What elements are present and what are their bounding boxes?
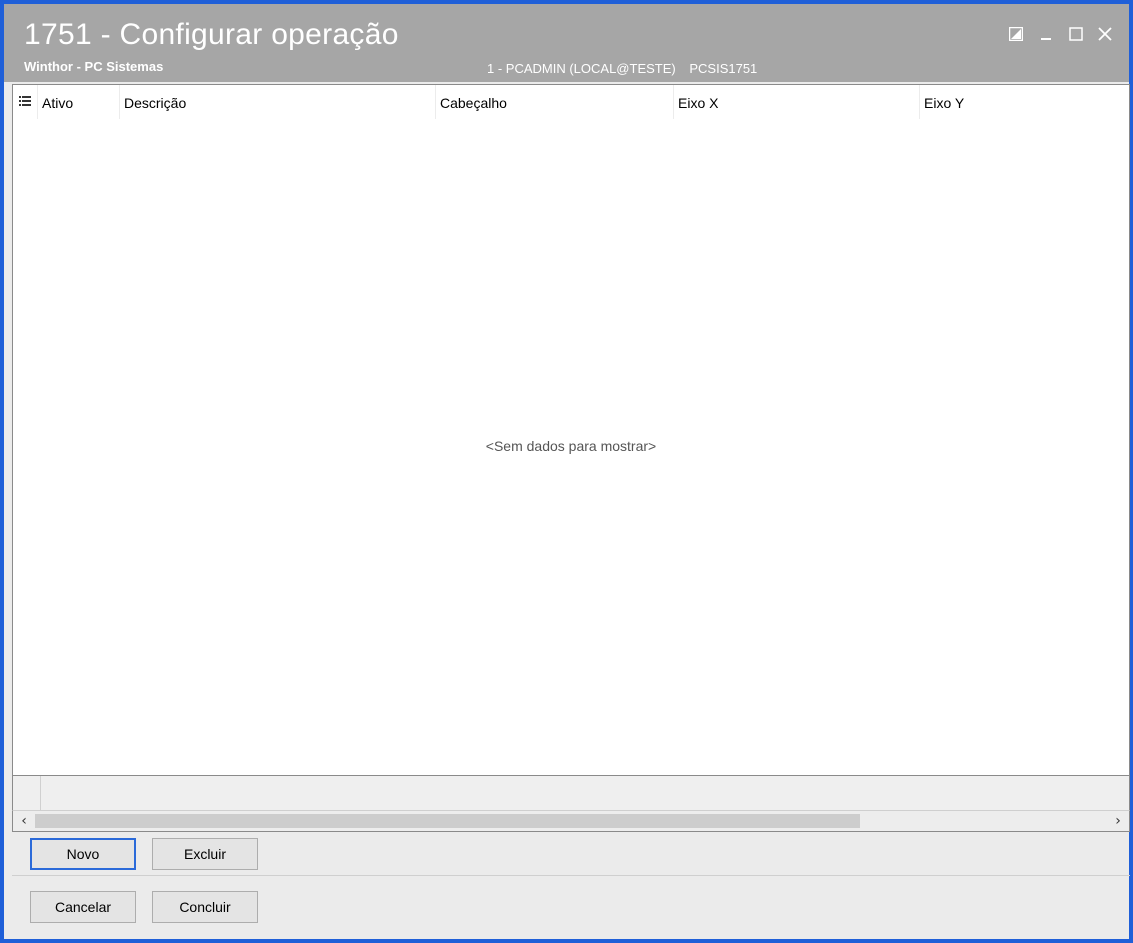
minimize-icon[interactable]: [1034, 22, 1058, 46]
restore-edit-icon[interactable]: [1004, 22, 1028, 46]
window-title: 1751 - Configurar operação: [24, 18, 399, 51]
empty-grid-message: <Sem dados para mostrar>: [485, 438, 657, 454]
horizontal-scrollbar[interactable]: ‹ ›: [12, 810, 1130, 832]
session-info: 1 - PCADMIN (LOCAL@TESTE) PCSIS1751: [487, 61, 757, 76]
column-header-descricao[interactable]: Descrição: [119, 85, 435, 119]
data-grid[interactable]: Ativo Descrição Cabeçalho Eixo X Eixo Y …: [12, 84, 1130, 776]
column-header-cabecalho[interactable]: Cabeçalho: [435, 85, 673, 119]
company-name: Winthor - PC Sistemas: [24, 59, 164, 74]
grid-footer: [12, 776, 1130, 810]
column-chooser-icon[interactable]: [19, 95, 31, 109]
close-icon[interactable]: [1093, 22, 1117, 46]
maximize-icon[interactable]: [1064, 22, 1088, 46]
button-divider: [12, 875, 1130, 876]
title-bar[interactable]: 1751 - Configurar operação Winthor - PC …: [4, 4, 1129, 82]
scroll-left-icon[interactable]: ‹: [13, 811, 35, 831]
grid-header: Ativo Descrição Cabeçalho Eixo X Eixo Y: [13, 85, 1129, 119]
column-header-ativo[interactable]: Ativo: [37, 85, 119, 119]
footer-separator: [40, 776, 41, 810]
finish-button[interactable]: Concluir: [152, 891, 258, 923]
scroll-right-icon[interactable]: ›: [1107, 811, 1129, 831]
app-window: 1751 - Configurar operação Winthor - PC …: [0, 0, 1133, 943]
delete-button[interactable]: Excluir: [152, 838, 258, 870]
column-header-eixo-x[interactable]: Eixo X: [673, 85, 919, 119]
new-button[interactable]: Novo: [30, 838, 136, 870]
scrollbar-thumb[interactable]: [35, 814, 860, 828]
cancel-button[interactable]: Cancelar: [30, 891, 136, 923]
column-header-eixo-y[interactable]: Eixo Y: [919, 85, 1129, 119]
user-info: 1 - PCADMIN (LOCAL@TESTE): [487, 61, 676, 76]
module-code: PCSIS1751: [689, 61, 758, 76]
